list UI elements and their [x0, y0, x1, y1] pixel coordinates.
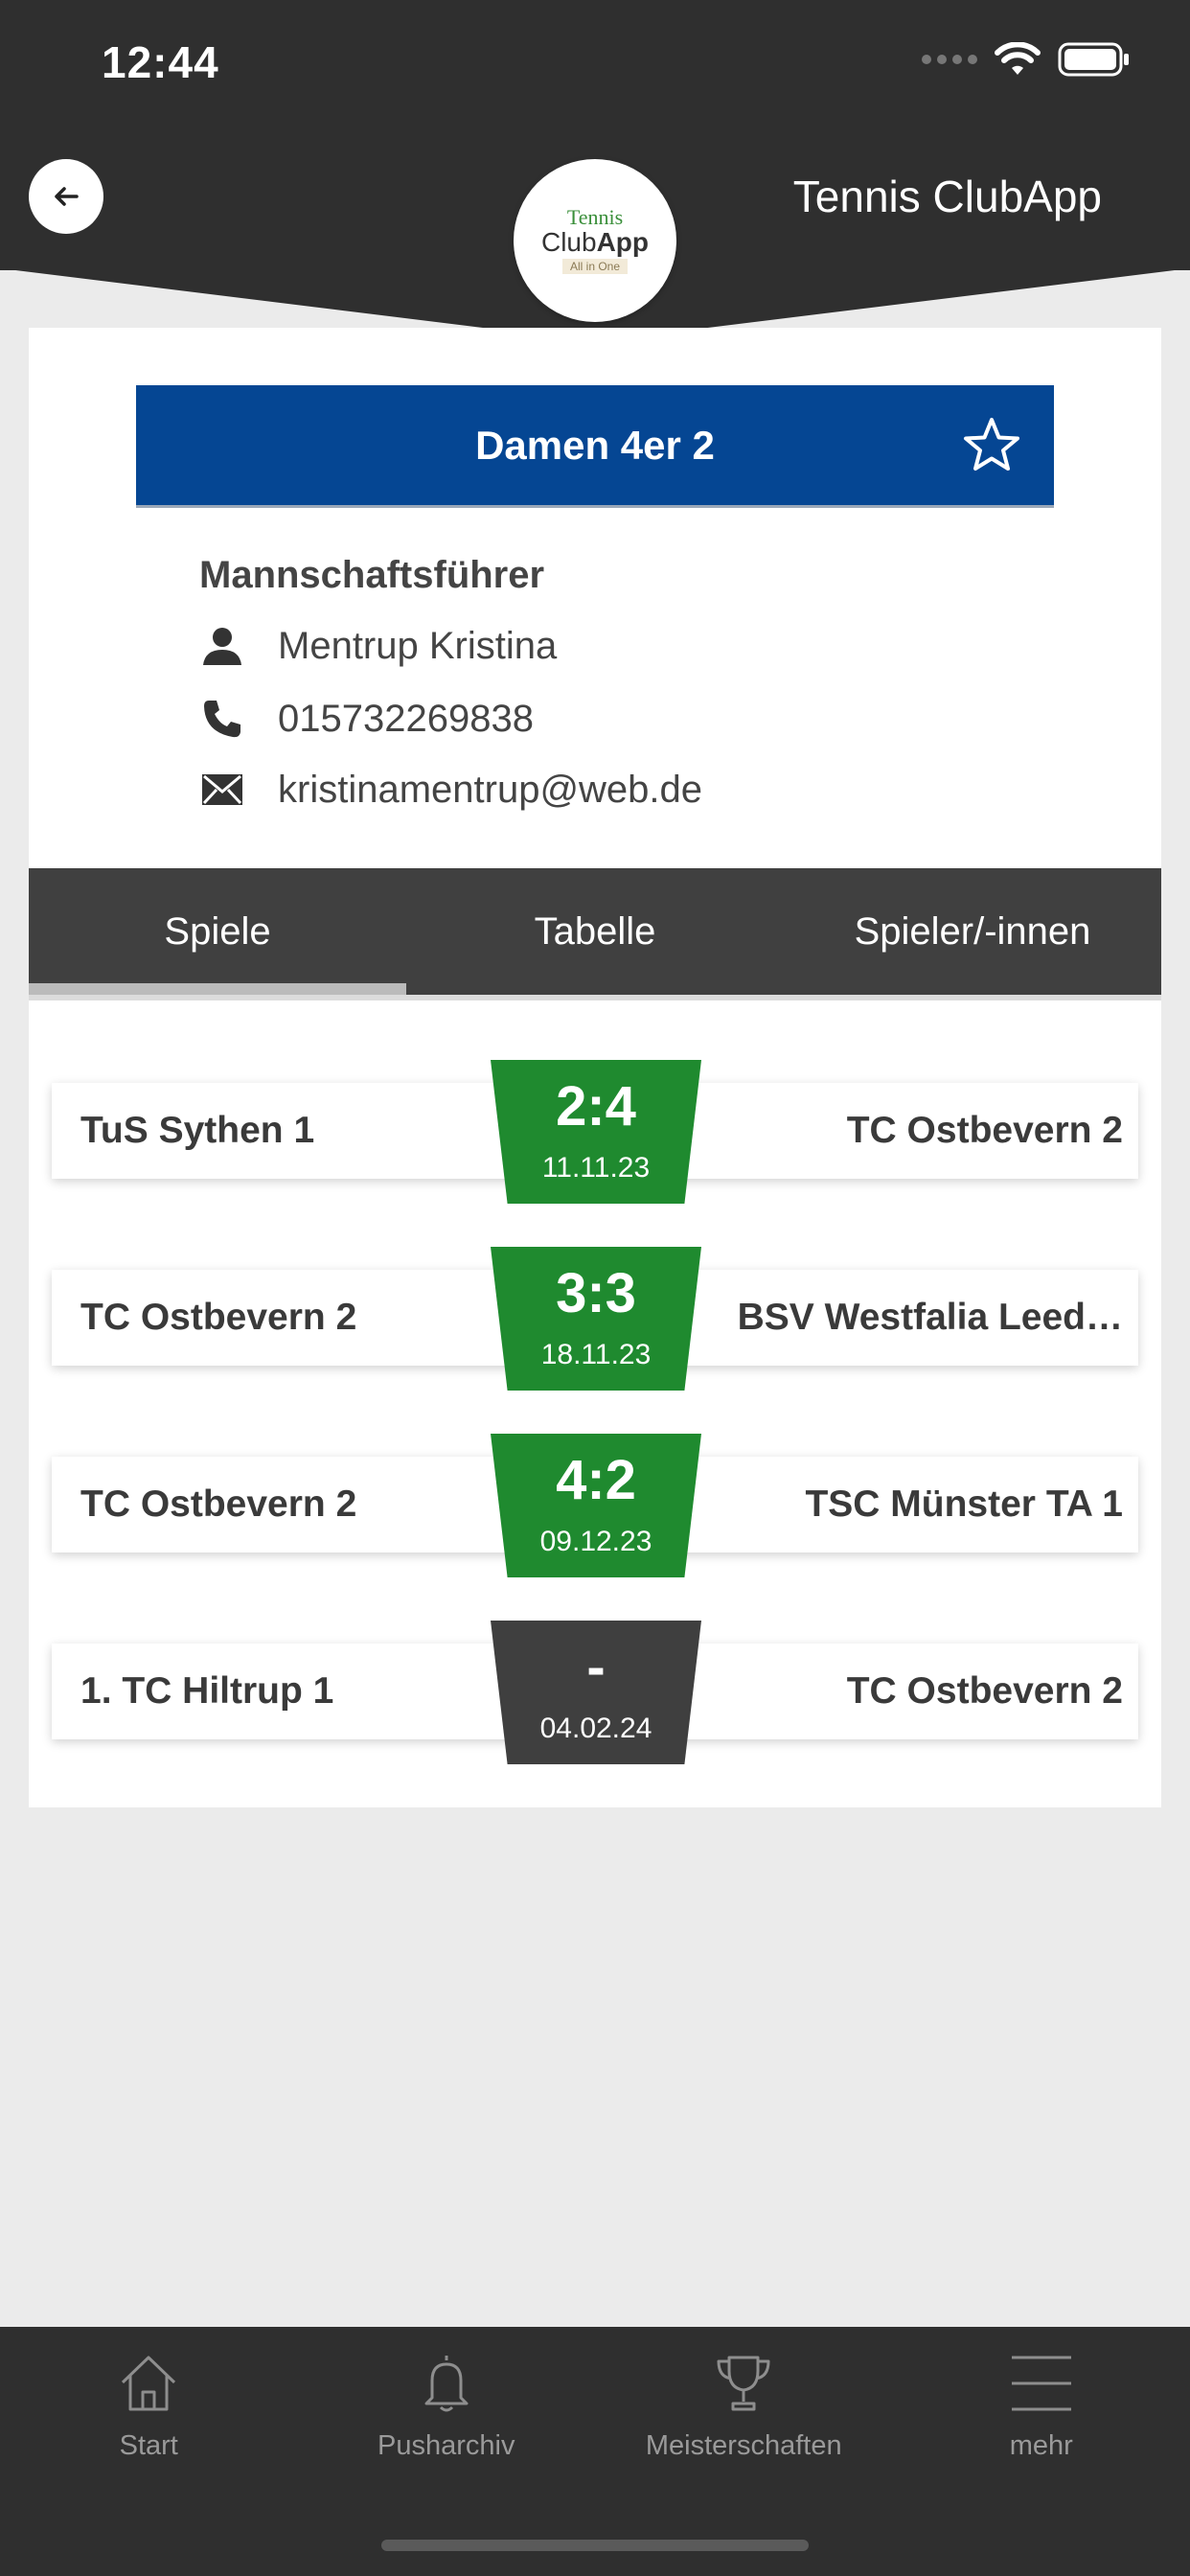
status-time: 12:44 — [102, 37, 219, 87]
captain-email[interactable]: kristinamentrup@web.de — [278, 769, 702, 812]
match-score: - — [586, 1636, 606, 1698]
home-team: TC Ostbevern 2 — [80, 1484, 357, 1525]
away-team: TSC Münster TA 1 — [805, 1484, 1123, 1525]
home-team: 1. TC Hiltrup 1 — [80, 1670, 334, 1712]
logo-line2: ClubApp — [540, 227, 650, 258]
score-badge: - 04.02.24 — [491, 1621, 701, 1764]
bell-icon — [424, 2356, 469, 2412]
menu-icon — [1011, 2356, 1071, 2411]
nav-label: Start — [119, 2430, 178, 2461]
tab-tabelle[interactable]: Tabelle — [406, 868, 784, 995]
team-name: Damen 4er 2 — [475, 422, 715, 468]
mail-icon — [199, 767, 245, 813]
match-date: 11.11.23 — [541, 1152, 651, 1184]
nav-label: Meisterschaften — [645, 2430, 842, 2461]
tab-label: Spieler/-innen — [854, 909, 1091, 953]
logo-line1: Tennis — [566, 205, 624, 230]
signal-icon — [922, 55, 977, 64]
nav-pusharchiv[interactable]: Pusharchiv — [298, 2327, 596, 2576]
captain-email-row[interactable]: kristinamentrup@web.de — [199, 767, 702, 813]
home-icon — [122, 2356, 176, 2411]
score-badge: 4:2 09.12.23 — [491, 1434, 701, 1577]
score-badge: 2:4 11.11.23 — [491, 1060, 701, 1204]
match-date: 18.11.23 — [540, 1339, 652, 1370]
arrow-left-icon — [55, 187, 79, 206]
active-tab-indicator — [29, 983, 406, 995]
captain-name: Mentrup Kristina — [278, 624, 558, 667]
away-team: TC Ostbevern 2 — [846, 1110, 1123, 1151]
tab-label: Tabelle — [534, 909, 656, 953]
trophy-icon — [717, 2356, 770, 2411]
battery-icon — [1058, 42, 1129, 77]
status-icons — [922, 42, 1131, 77]
nav-label: mehr — [1009, 2430, 1073, 2461]
captain-phone[interactable]: 015732269838 — [278, 698, 534, 741]
home-team: TC Ostbevern 2 — [80, 1297, 357, 1338]
home-indicator — [381, 2540, 809, 2551]
nav-label: Pusharchiv — [378, 2430, 515, 2461]
nav-start[interactable]: Start — [0, 2327, 298, 2576]
match-row[interactable]: 1. TC Hiltrup 1 TC Ostbevern 2 - 04.02.2… — [52, 1621, 1138, 1764]
away-team: BSV Westfalia Leed… — [737, 1297, 1123, 1338]
nav-meisterschaften[interactable]: Meisterschaften — [595, 2327, 893, 2576]
logo-tagline: All in One — [561, 258, 629, 274]
nav-mehr[interactable]: mehr — [893, 2327, 1190, 2576]
captain-heading: Mannschaftsführer — [199, 554, 545, 596]
club-logo: Tennis ClubApp All in One — [514, 159, 676, 322]
phone-icon — [199, 696, 245, 742]
favorite-star-icon[interactable] — [962, 416, 1021, 475]
match-score: 3:3 — [556, 1262, 636, 1324]
team-banner: Damen 4er 2 — [136, 385, 1054, 508]
bottom-nav: Start Pusharchiv Meisterschaften mehr — [0, 2327, 1190, 2576]
captain-name-row: Mentrup Kristina — [199, 623, 557, 669]
match-score: 4:2 — [556, 1449, 636, 1511]
match-score: 2:4 — [556, 1075, 636, 1138]
tab-label: Spiele — [164, 909, 271, 953]
match-row[interactable]: TuS Sythen 1 TC Ostbevern 2 2:4 11.11.23 — [52, 1060, 1138, 1204]
app-title: Tennis ClubApp — [792, 172, 1102, 221]
wifi-icon — [995, 42, 1041, 75]
away-team: TC Ostbevern 2 — [846, 1670, 1123, 1712]
tab-bar: Spiele Tabelle Spieler/-innen — [29, 868, 1161, 995]
back-button[interactable] — [29, 159, 103, 234]
tab-divider — [29, 995, 1161, 1000]
captain-phone-row[interactable]: 015732269838 — [199, 696, 534, 742]
match-row[interactable]: TC Ostbevern 2 BSV Westfalia Leed… 3:3 1… — [52, 1247, 1138, 1391]
home-team: TuS Sythen 1 — [80, 1110, 315, 1151]
score-badge: 3:3 18.11.23 — [491, 1247, 701, 1391]
tab-spieler-innen[interactable]: Spieler/-innen — [784, 868, 1161, 995]
match-row[interactable]: TC Ostbevern 2 TSC Münster TA 1 4:2 09.1… — [52, 1434, 1138, 1577]
team-card: Damen 4er 2 Mannschaftsführer Mentrup Kr… — [29, 328, 1161, 1807]
person-icon — [199, 623, 245, 669]
match-date: 04.02.24 — [539, 1713, 652, 1744]
match-date: 09.12.23 — [539, 1526, 652, 1557]
tab-spiele[interactable]: Spiele — [29, 868, 406, 995]
